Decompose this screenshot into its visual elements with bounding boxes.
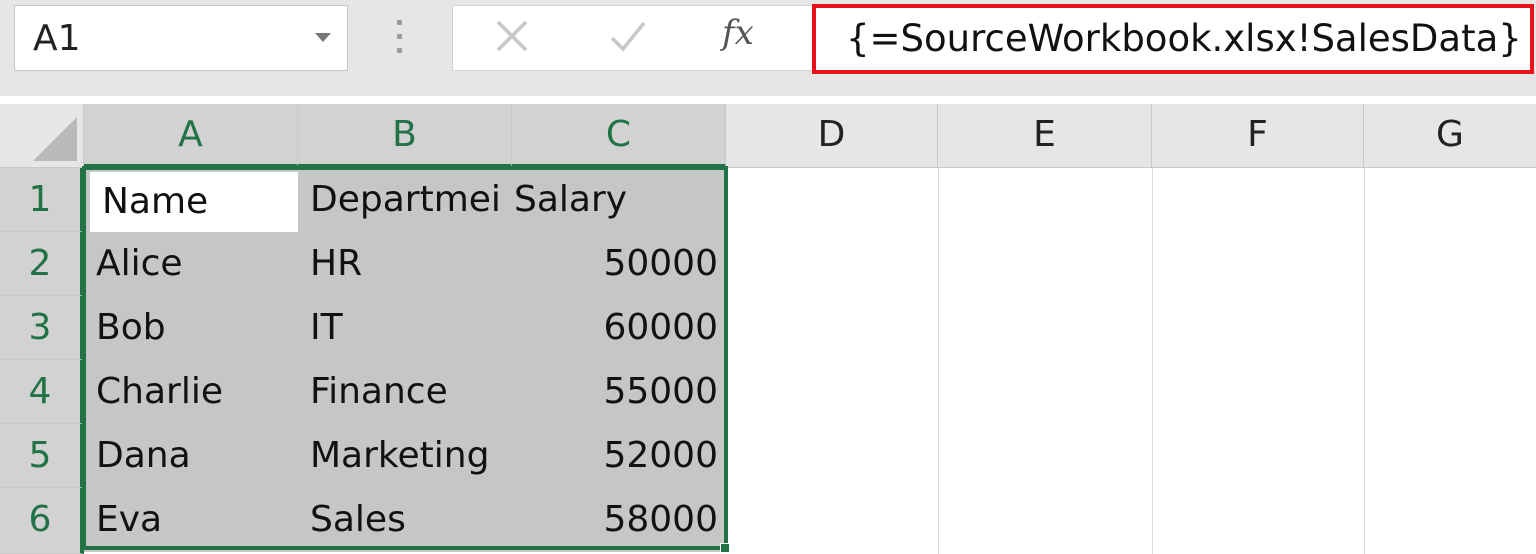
cell-b3[interactable]: IT [298, 296, 512, 360]
cell-a2[interactable]: Alice [84, 232, 298, 296]
worksheet: A B C D E F G 1 2 3 4 5 6 Name Departmei… [0, 96, 1536, 554]
cell-c1[interactable]: Salary [512, 168, 726, 232]
cell-b5[interactable]: Marketing [298, 424, 512, 488]
column-header-d[interactable]: D [726, 104, 938, 168]
gridline [938, 168, 939, 554]
cell-c3[interactable]: 60000 [512, 296, 726, 360]
cell-a1[interactable]: Name [90, 172, 298, 232]
gridline [1364, 168, 1365, 554]
cell-c4[interactable]: 55000 [512, 360, 726, 424]
fill-handle[interactable] [720, 543, 730, 553]
checkmark-icon [610, 21, 646, 52]
column-header-c[interactable]: C [512, 104, 726, 168]
cell-c2[interactable]: 50000 [512, 232, 726, 296]
select-all-icon [33, 117, 77, 161]
name-box-value: A1 [33, 18, 81, 59]
cell-b1[interactable]: Departmei [298, 168, 512, 232]
row-header-6[interactable]: 6 [0, 488, 84, 554]
column-header-f[interactable]: F [1152, 104, 1364, 168]
insert-function-button[interactable]: fx [722, 10, 754, 56]
formula-bar-area: A1 fx {=SourceWorkbook.xlsx!SalesData} [0, 0, 1536, 96]
chevron-down-icon[interactable] [315, 33, 331, 42]
cell-a6[interactable]: Eva [84, 488, 298, 552]
column-header-e[interactable]: E [938, 104, 1152, 168]
row-header-1[interactable]: 1 [0, 168, 84, 232]
close-icon [496, 20, 528, 52]
column-header-b[interactable]: B [298, 104, 512, 168]
select-all-button[interactable] [0, 104, 84, 168]
name-box[interactable]: A1 [14, 5, 348, 71]
column-headers: A B C D E F G [84, 104, 1536, 168]
cell-b6[interactable]: Sales [298, 488, 512, 552]
enter-button[interactable] [606, 14, 650, 58]
gridline [1152, 168, 1153, 554]
formula-text: {=SourceWorkbook.xlsx!SalesData} [846, 17, 1522, 60]
cell-c5[interactable]: 52000 [512, 424, 726, 488]
row-header-2[interactable]: 2 [0, 232, 84, 296]
row-header-5[interactable]: 5 [0, 424, 84, 488]
cell-grid[interactable]: Name Departmei Salary Alice HR 50000 Bob… [82, 166, 1536, 554]
cell-c6[interactable]: 58000 [512, 488, 726, 552]
row-header-3[interactable]: 3 [0, 296, 84, 360]
cell-a5[interactable]: Dana [84, 424, 298, 488]
column-header-g[interactable]: G [1364, 104, 1536, 168]
column-header-a[interactable]: A [84, 104, 298, 168]
cell-a4[interactable]: Charlie [84, 360, 298, 424]
row-header-4[interactable]: 4 [0, 360, 84, 424]
cell-b2[interactable]: HR [298, 232, 512, 296]
formula-bar-grip-icon[interactable] [389, 14, 411, 60]
cancel-button[interactable] [490, 14, 534, 58]
cell-b4[interactable]: Finance [298, 360, 512, 424]
formula-input[interactable]: {=SourceWorkbook.xlsx!SalesData} [812, 4, 1534, 74]
cell-a3[interactable]: Bob [84, 296, 298, 360]
